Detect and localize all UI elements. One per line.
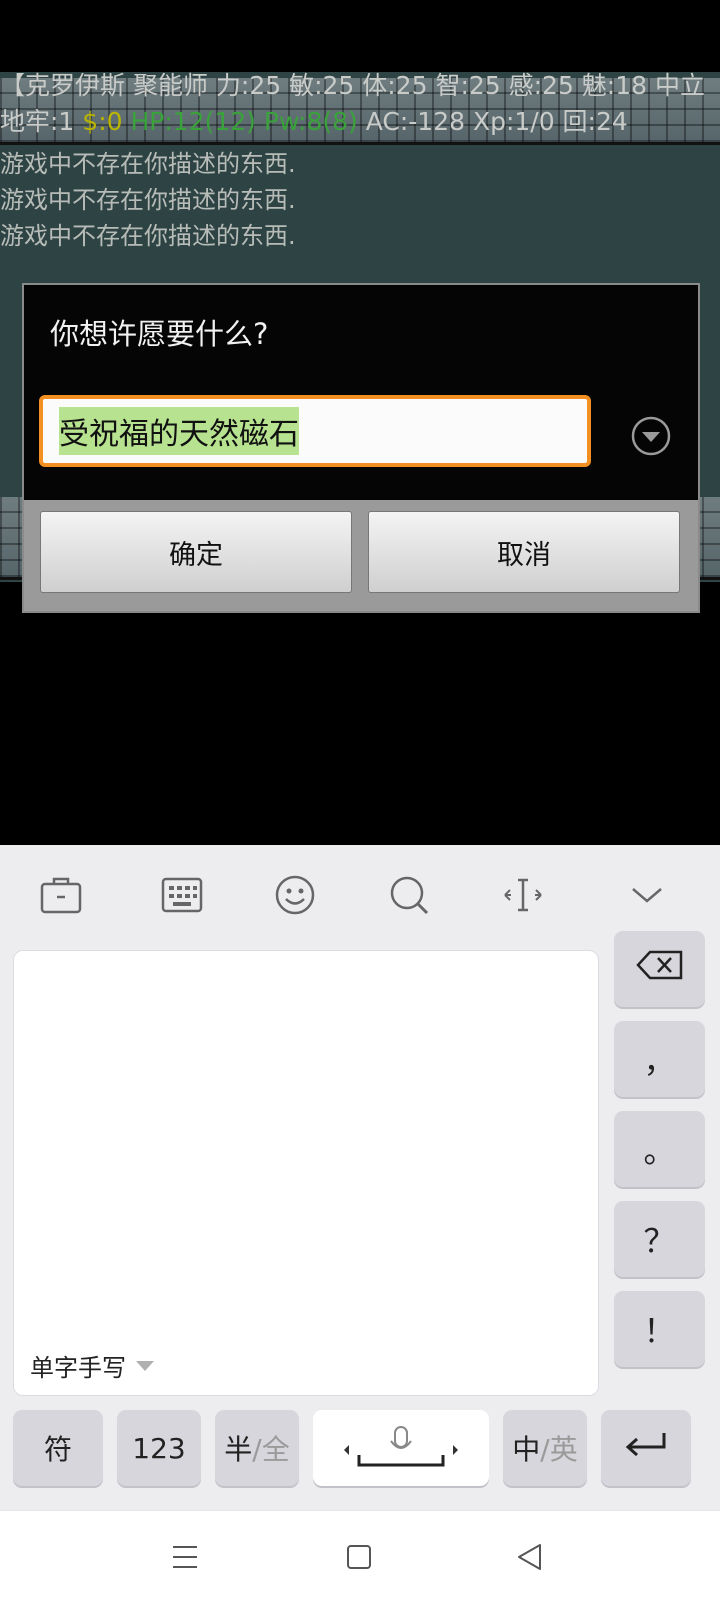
dialog-button-bar: 确定 取消: [24, 500, 698, 611]
handwriting-mode-label: 单字手写: [30, 1354, 126, 1382]
message-line: 游戏中不存在你描述的东西.: [0, 186, 296, 214]
status-line-attributes: 【克罗伊斯 聚能师 力:25 敏:25 体:25 智:25 感:25 魅:18 …: [0, 71, 705, 100]
keyboard-icon[interactable]: [160, 873, 204, 917]
ime-keyboard: 单字手写 ， 。 ？ ！ 符 123 半/全 中/英: [0, 845, 720, 1510]
english-label: /英: [540, 1433, 578, 1466]
symbols-key[interactable]: 符: [13, 1410, 103, 1486]
other-stats: AC:-128 Xp:1/0 回:24: [365, 107, 628, 136]
chevron-down-icon[interactable]: [625, 873, 669, 917]
numbers-key[interactable]: 123: [117, 1410, 201, 1486]
menu-icon[interactable]: [167, 1539, 203, 1575]
chinese-label: 中: [512, 1433, 541, 1466]
microphone-space-icon: [344, 1426, 458, 1467]
dungeon-level: 地牢:1: [0, 107, 75, 136]
back-icon[interactable]: [512, 1539, 548, 1575]
message-log: 游戏中不存在你描述的东西. 游戏中不存在你描述的东西. 游戏中不存在你描述的东西…: [0, 146, 720, 254]
home-icon[interactable]: [341, 1539, 377, 1575]
question-key[interactable]: ？: [614, 1201, 705, 1277]
message-line: 游戏中不存在你描述的东西.: [0, 150, 296, 178]
comma-key[interactable]: ，: [614, 1021, 705, 1097]
hp-value: HP:12(12): [130, 107, 256, 136]
wish-input-selected-text: 受祝福的天然磁石: [59, 407, 299, 455]
enter-icon: [624, 1431, 668, 1466]
wish-input[interactable]: 受祝福的天然磁石: [39, 395, 591, 467]
full-width-label: /全: [252, 1433, 290, 1466]
status-line-stats: 地牢:1 $:0 HP:12(12) Pw:8(8) AC:-128 Xp:1/…: [0, 104, 720, 140]
enter-key[interactable]: [601, 1410, 691, 1486]
handwriting-pad[interactable]: 单字手写: [13, 950, 599, 1396]
message-line: 游戏中不存在你描述的东西.: [0, 222, 296, 250]
history-dropdown-icon[interactable]: [631, 416, 671, 456]
half-width-label: 半: [224, 1433, 253, 1466]
gold-count: $:0: [82, 107, 123, 136]
wish-dialog: 你想许愿要什么? 受祝福的天然磁石 确定 取消: [22, 283, 700, 613]
confirm-button[interactable]: 确定: [40, 511, 352, 593]
exclamation-key[interactable]: ！: [614, 1291, 705, 1367]
emoji-icon[interactable]: [273, 873, 317, 917]
handwriting-mode-selector[interactable]: 单字手写: [30, 1348, 154, 1383]
search-icon[interactable]: [387, 873, 431, 917]
briefcase-icon[interactable]: [39, 873, 83, 917]
status-panel: 【克罗伊斯 聚能师 力:25 敏:25 体:25 智:25 感:25 魅:18 …: [0, 68, 720, 140]
system-nav-bar: [0, 1510, 720, 1601]
dialog-title: 你想许愿要什么?: [50, 317, 269, 351]
backspace-icon: [635, 950, 684, 988]
chinese-english-key[interactable]: 中/英: [503, 1410, 587, 1486]
power-value: Pw:8(8): [263, 107, 358, 136]
cursor-move-icon[interactable]: [501, 873, 545, 917]
period-key[interactable]: 。: [614, 1111, 705, 1187]
cancel-button[interactable]: 取消: [368, 511, 680, 593]
space-key[interactable]: [313, 1410, 489, 1486]
game-screen: 【克罗伊斯 聚能师 力:25 敏:25 体:25 智:25 感:25 魅:18 …: [0, 0, 720, 845]
dropdown-arrow-icon: [136, 1360, 154, 1371]
backspace-key[interactable]: [614, 931, 705, 1007]
half-full-width-key[interactable]: 半/全: [215, 1410, 299, 1486]
